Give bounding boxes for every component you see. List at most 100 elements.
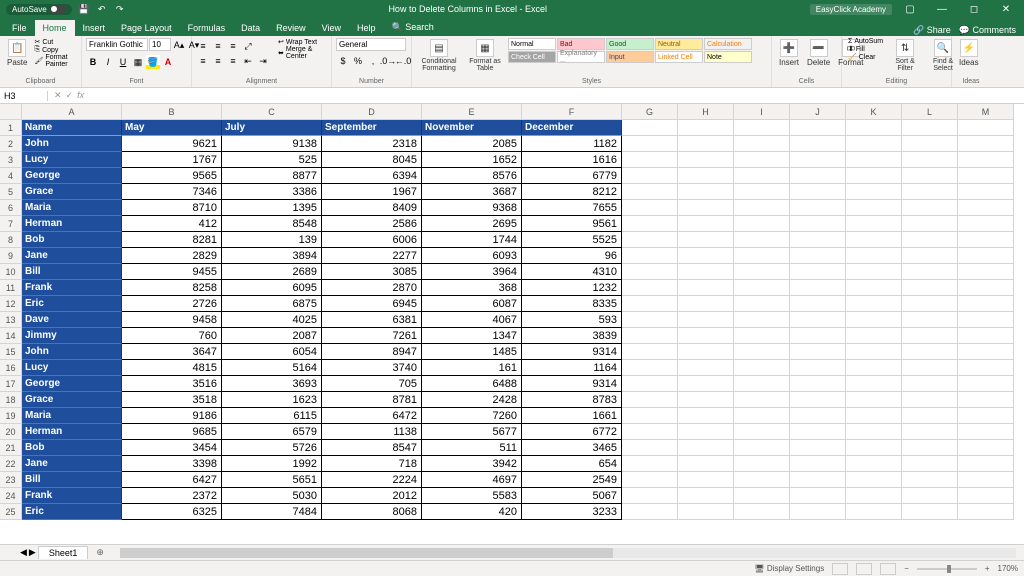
- row-header[interactable]: 23: [0, 472, 22, 488]
- currency-icon[interactable]: $: [336, 54, 350, 68]
- empty-cell[interactable]: [958, 328, 1014, 344]
- empty-cell[interactable]: [958, 136, 1014, 152]
- empty-cell[interactable]: [958, 392, 1014, 408]
- data-cell[interactable]: 1182: [522, 136, 622, 152]
- empty-cell[interactable]: [622, 216, 678, 232]
- empty-cell[interactable]: [902, 504, 958, 520]
- empty-cell[interactable]: [678, 360, 734, 376]
- menu-tab-home[interactable]: Home: [35, 20, 75, 36]
- empty-cell[interactable]: [622, 152, 678, 168]
- empty-cell[interactable]: [622, 376, 678, 392]
- underline-button[interactable]: U: [116, 55, 130, 69]
- name-cell[interactable]: Frank: [22, 488, 122, 504]
- empty-cell[interactable]: [622, 312, 678, 328]
- save-icon[interactable]: 💾: [78, 3, 90, 15]
- data-cell[interactable]: 2586: [322, 216, 422, 232]
- empty-cell[interactable]: [622, 280, 678, 296]
- empty-cell[interactable]: [958, 472, 1014, 488]
- empty-cell[interactable]: [902, 232, 958, 248]
- fill-button[interactable]: ⬇ Fill: [846, 45, 885, 53]
- data-cell[interactable]: 8281: [122, 232, 222, 248]
- row-header[interactable]: 8: [0, 232, 22, 248]
- formula-input[interactable]: [90, 91, 1024, 101]
- empty-cell[interactable]: [622, 440, 678, 456]
- data-cell[interactable]: 1485: [422, 344, 522, 360]
- empty-cell[interactable]: [958, 296, 1014, 312]
- empty-cell[interactable]: [902, 152, 958, 168]
- empty-cell[interactable]: [734, 216, 790, 232]
- empty-cell[interactable]: [622, 232, 678, 248]
- empty-cell[interactable]: [678, 376, 734, 392]
- empty-cell[interactable]: [846, 280, 902, 296]
- data-cell[interactable]: 5067: [522, 488, 622, 504]
- data-cell[interactable]: 3516: [122, 376, 222, 392]
- spreadsheet-grid[interactable]: ABCDEFGHIJKLM1NameMayJulySeptemberNovemb…: [0, 104, 1024, 544]
- data-cell[interactable]: 2087: [222, 328, 322, 344]
- table-header[interactable]: December: [522, 120, 622, 136]
- data-cell[interactable]: 3942: [422, 456, 522, 472]
- data-cell[interactable]: 3693: [222, 376, 322, 392]
- empty-cell[interactable]: [622, 424, 678, 440]
- empty-cell[interactable]: [790, 232, 846, 248]
- data-cell[interactable]: 7346: [122, 184, 222, 200]
- empty-cell[interactable]: [846, 264, 902, 280]
- empty-cell[interactable]: [958, 504, 1014, 520]
- maximize-icon[interactable]: ◻: [960, 0, 988, 18]
- empty-cell[interactable]: [734, 408, 790, 424]
- style-linked-cell[interactable]: Linked Cell: [655, 51, 703, 63]
- zoom-in-icon[interactable]: +: [985, 564, 990, 573]
- empty-cell[interactable]: [958, 152, 1014, 168]
- data-cell[interactable]: 8710: [122, 200, 222, 216]
- empty-cell[interactable]: [678, 216, 734, 232]
- empty-cell[interactable]: [958, 360, 1014, 376]
- data-cell[interactable]: 9561: [522, 216, 622, 232]
- empty-cell[interactable]: [622, 344, 678, 360]
- name-cell[interactable]: Maria: [22, 200, 122, 216]
- empty-cell[interactable]: [846, 360, 902, 376]
- empty-cell[interactable]: [678, 248, 734, 264]
- empty-cell[interactable]: [734, 152, 790, 168]
- data-cell[interactable]: 4815: [122, 360, 222, 376]
- paste-button[interactable]: 📋Paste: [4, 38, 30, 68]
- data-cell[interactable]: 1992: [222, 456, 322, 472]
- empty-cell[interactable]: [678, 408, 734, 424]
- align-left-icon[interactable]: ≡: [196, 54, 210, 68]
- ribbon-options-icon[interactable]: ▢: [896, 0, 924, 18]
- data-cell[interactable]: 1767: [122, 152, 222, 168]
- empty-cell[interactable]: [678, 472, 734, 488]
- empty-cell[interactable]: [678, 328, 734, 344]
- col-header-J[interactable]: J: [790, 104, 846, 120]
- name-cell[interactable]: Herman: [22, 424, 122, 440]
- name-cell[interactable]: Eric: [22, 296, 122, 312]
- data-cell[interactable]: 9621: [122, 136, 222, 152]
- data-cell[interactable]: 6093: [422, 248, 522, 264]
- row-header[interactable]: 10: [0, 264, 22, 280]
- add-sheet-button[interactable]: ⊕: [90, 547, 110, 558]
- data-cell[interactable]: 139: [222, 232, 322, 248]
- empty-cell[interactable]: [678, 136, 734, 152]
- data-cell[interactable]: 9186: [122, 408, 222, 424]
- italic-button[interactable]: I: [101, 55, 115, 69]
- data-cell[interactable]: 5525: [522, 232, 622, 248]
- empty-cell[interactable]: [958, 232, 1014, 248]
- empty-cell[interactable]: [790, 424, 846, 440]
- conditional-formatting-button[interactable]: ▤Conditional Formatting: [416, 38, 462, 73]
- empty-cell[interactable]: [734, 296, 790, 312]
- empty-cell[interactable]: [790, 200, 846, 216]
- empty-cell[interactable]: [790, 472, 846, 488]
- data-cell[interactable]: 2549: [522, 472, 622, 488]
- row-header[interactable]: 19: [0, 408, 22, 424]
- empty-cell[interactable]: [958, 344, 1014, 360]
- empty-cell[interactable]: [958, 264, 1014, 280]
- autosum-button[interactable]: Σ AutoSum: [846, 38, 885, 45]
- empty-cell[interactable]: [790, 376, 846, 392]
- align-right-icon[interactable]: ≡: [226, 54, 240, 68]
- horizontal-scrollbar[interactable]: [120, 548, 1016, 558]
- empty-cell[interactable]: [678, 168, 734, 184]
- name-cell[interactable]: Lucy: [22, 360, 122, 376]
- empty-cell[interactable]: [902, 344, 958, 360]
- name-cell[interactable]: George: [22, 168, 122, 184]
- empty-cell[interactable]: [902, 136, 958, 152]
- data-cell[interactable]: 705: [322, 376, 422, 392]
- empty-cell[interactable]: [790, 360, 846, 376]
